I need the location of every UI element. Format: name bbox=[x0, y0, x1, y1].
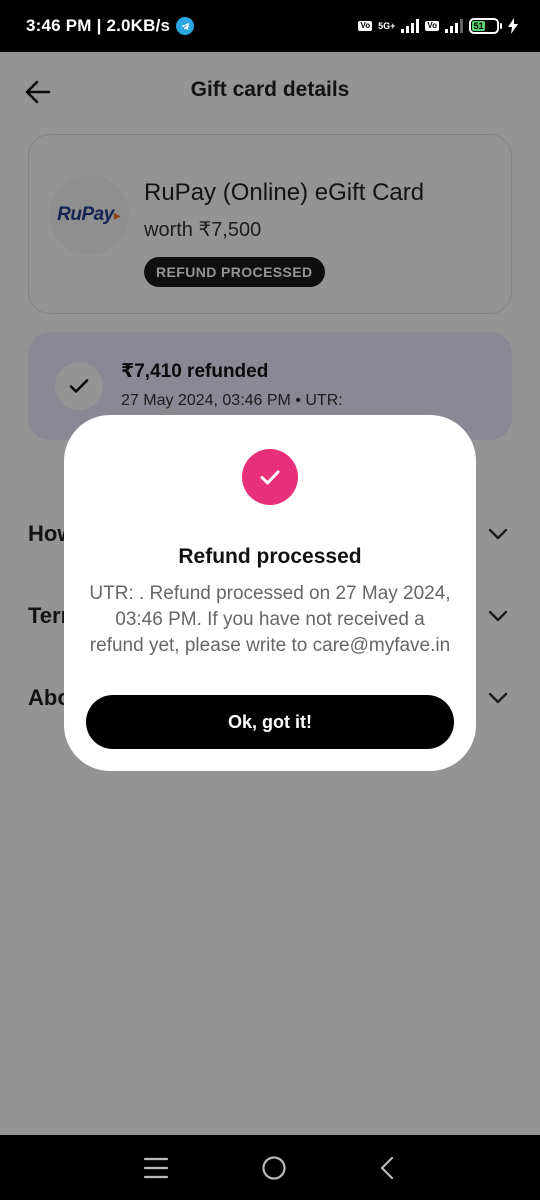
network-type: 5G+ bbox=[378, 21, 396, 31]
battery-level: 51 bbox=[472, 21, 486, 31]
signal-2-icon bbox=[445, 19, 463, 33]
dialog-message: UTR: . Refund processed on 27 May 2024, … bbox=[89, 583, 451, 656]
refund-dialog: Refund processed UTR: . Refund processed… bbox=[64, 415, 476, 771]
back-nav-icon[interactable] bbox=[379, 1156, 397, 1180]
dialog-title: Refund processed bbox=[178, 545, 362, 568]
ok-got-it-button[interactable]: Ok, got it! bbox=[86, 695, 454, 749]
success-check-icon bbox=[242, 449, 298, 505]
volte-icon: Vo bbox=[358, 21, 373, 31]
status-time: 3:46 PM | 2.0KB/s bbox=[26, 16, 171, 35]
system-nav-bar bbox=[0, 1135, 540, 1200]
telegram-icon bbox=[176, 17, 195, 35]
charging-icon bbox=[508, 18, 518, 34]
home-icon[interactable] bbox=[261, 1155, 287, 1181]
volte-lte-icon: Vo bbox=[425, 21, 439, 31]
status-bar: 3:46 PM | 2.0KB/s Vo 5G+ Vo 51 bbox=[0, 0, 540, 52]
status-icons: Vo 5G+ Vo 51 bbox=[358, 18, 518, 34]
signal-icon bbox=[401, 19, 420, 33]
menu-icon[interactable] bbox=[143, 1156, 169, 1180]
battery-icon: 51 bbox=[469, 18, 502, 34]
